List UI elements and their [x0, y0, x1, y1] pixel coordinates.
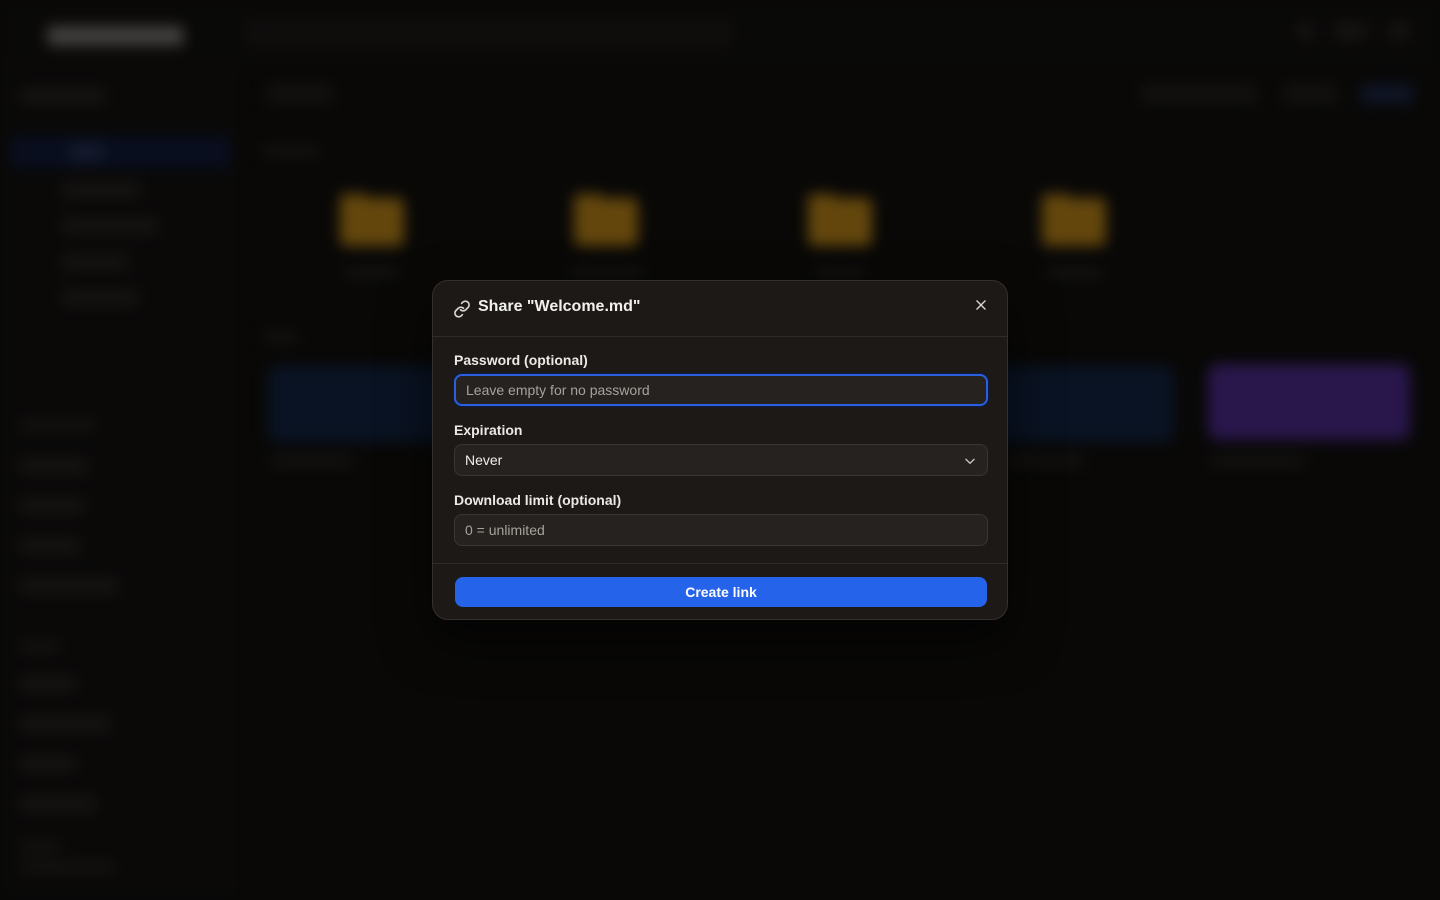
dialog-title: Share "Welcome.md"	[478, 298, 641, 315]
share-dialog: Share "Welcome.md" Password (optional) E…	[432, 280, 1008, 620]
expiration-select[interactable]: Never	[454, 444, 988, 476]
footer-divider	[433, 563, 1007, 564]
expiration-selected-value: Never	[465, 452, 503, 468]
chevron-down-icon	[963, 454, 977, 468]
link-icon	[453, 300, 471, 318]
password-input[interactable]	[454, 374, 988, 406]
download-limit-input[interactable]	[454, 514, 988, 546]
close-button[interactable]	[969, 295, 993, 319]
close-icon	[974, 298, 988, 317]
download-limit-label: Download limit (optional)	[454, 492, 622, 508]
create-link-button[interactable]: Create link	[455, 577, 987, 607]
password-label: Password (optional)	[454, 352, 588, 368]
dialog-header: Share "Welcome.md"	[433, 281, 1007, 337]
expiration-label: Expiration	[454, 422, 523, 438]
